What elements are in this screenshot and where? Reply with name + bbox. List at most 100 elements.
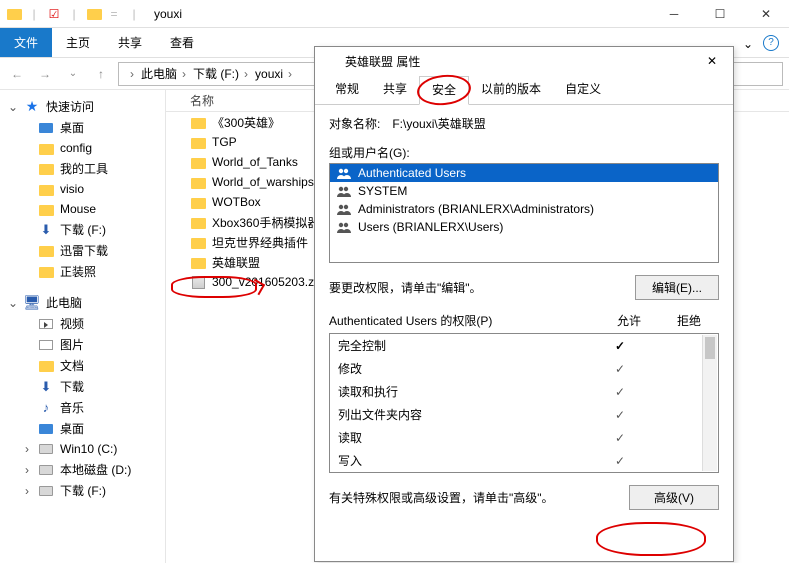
breadcrumb[interactable]: youxi	[255, 67, 295, 81]
group-user-row[interactable]: Users (BRIANLERX\Users)	[330, 218, 718, 236]
dialog-close-button[interactable]: ✕	[699, 51, 725, 71]
qat-divider: |	[66, 6, 82, 22]
group-user-row[interactable]: Administrators (BRIANLERX\Administrators…	[330, 200, 718, 218]
users-icon	[336, 202, 352, 216]
breadcrumb[interactable]: 下载 (F:)	[193, 65, 251, 82]
folder-icon	[190, 154, 206, 170]
nav-pc-item[interactable]: ♪音乐	[4, 397, 161, 418]
nav-quick-item[interactable]: 桌面	[4, 117, 161, 138]
advanced-button[interactable]: 高级(V)	[629, 485, 719, 510]
folder-icon	[190, 254, 206, 270]
nav-forward[interactable]: →	[34, 63, 56, 85]
drive-icon: ⬇	[38, 379, 54, 395]
object-name-label: 对象名称:	[329, 115, 380, 132]
qat-divider: |	[26, 6, 42, 22]
nav-pc-item[interactable]: ›本地磁盘 (D:)	[4, 459, 161, 480]
folder-icon: ⬇	[38, 222, 54, 238]
properties-dialog: 英雄联盟 属性 ✕ 常规共享安全以前的版本自定义 对象名称: F:\youxi\…	[314, 46, 734, 562]
group-user-row[interactable]: Authenticated Users	[330, 164, 718, 182]
group-label: 组或用户名(G):	[329, 144, 719, 161]
nav-pc-item[interactable]: ›下载 (F:)	[4, 480, 161, 501]
permission-row: 修改✓	[330, 357, 718, 380]
nav-pc-item[interactable]: ⬇下载	[4, 376, 161, 397]
group-user-row[interactable]: SYSTEM	[330, 182, 718, 200]
maximize-button[interactable]: ☐	[697, 0, 743, 28]
properties-tab[interactable]: 共享	[371, 76, 419, 105]
allow-check-icon: ✓	[590, 339, 650, 353]
drive-icon	[38, 483, 54, 499]
properties-tab[interactable]: 自定义	[553, 76, 613, 105]
nav-back[interactable]: ←	[6, 63, 28, 85]
drive-icon	[38, 441, 54, 457]
folder-icon	[190, 194, 206, 210]
nav-quick-item[interactable]: config	[4, 138, 161, 158]
allow-check-icon: ✓	[590, 385, 650, 399]
edit-button[interactable]: 编辑(E)...	[635, 275, 719, 300]
object-name-value: F:\youxi\英雄联盟	[392, 115, 485, 132]
nav-pc-item[interactable]: 视频	[4, 313, 161, 334]
close-button[interactable]: ✕	[743, 0, 789, 28]
zip-icon	[190, 274, 206, 290]
drive-icon	[38, 337, 54, 353]
nav-pc-item[interactable]: ›Win10 (C:)	[4, 439, 161, 459]
nav-quick-item[interactable]: ⬇下载 (F:)	[4, 219, 161, 240]
allow-header: 允许	[599, 312, 659, 329]
tab-view[interactable]: 查看	[156, 28, 208, 57]
nav-quick-item[interactable]: visio	[4, 179, 161, 199]
nav-quick-item[interactable]: 迅雷下载	[4, 240, 161, 261]
nav-pc-item[interactable]: 文档	[4, 355, 161, 376]
permission-row: 读取和执行✓	[330, 380, 718, 403]
permission-row: 列出文件夹内容✓	[330, 403, 718, 426]
permissions-list[interactable]: 完全控制✓修改✓读取和执行✓列出文件夹内容✓读取✓写入✓	[329, 333, 719, 473]
nav-up[interactable]: ↑	[90, 63, 112, 85]
check-icon[interactable]: ☑	[46, 6, 62, 22]
nav-quick-item[interactable]: 我的工具	[4, 158, 161, 179]
permission-row: 读取✓	[330, 426, 718, 449]
nav-pane[interactable]: ⌄★快速访问 桌面config我的工具visioMouse⬇下载 (F:)迅雷下…	[0, 90, 166, 563]
folder-icon	[38, 201, 54, 217]
scrollbar[interactable]	[702, 335, 717, 471]
edit-note: 要更改权限，请单击"编辑"。	[329, 279, 623, 296]
nav-pc-item[interactable]: 图片	[4, 334, 161, 355]
nav-quick-item[interactable]: Mouse	[4, 199, 161, 219]
folder-icon	[190, 134, 206, 150]
qat-divider: |	[126, 6, 142, 22]
nav-this-pc[interactable]: ⌄🖥此电脑	[4, 292, 161, 313]
breadcrumb[interactable]: 此电脑	[141, 65, 189, 82]
users-icon	[336, 184, 352, 198]
folder-icon	[323, 53, 339, 69]
properties-tab[interactable]: 安全	[419, 76, 469, 105]
allow-check-icon: ✓	[590, 362, 650, 376]
properties-tab[interactable]: 常规	[323, 76, 371, 105]
drive-icon: ♪	[38, 400, 54, 416]
folder-icon	[190, 234, 206, 250]
dialog-title: 英雄联盟 属性	[345, 53, 420, 70]
nav-quick-access[interactable]: ⌄★快速访问	[4, 96, 161, 117]
allow-check-icon: ✓	[590, 454, 650, 468]
minimize-button[interactable]: ─	[651, 0, 697, 28]
folder-icon	[190, 174, 206, 190]
nav-pc-item[interactable]: 桌面	[4, 418, 161, 439]
folder-icon	[86, 6, 102, 22]
tab-file[interactable]: 文件	[0, 28, 52, 57]
drive-icon	[38, 316, 54, 332]
users-icon	[336, 166, 352, 180]
folder-icon	[38, 181, 54, 197]
tab-share[interactable]: 共享	[104, 28, 156, 57]
permission-row: 完全控制✓	[330, 334, 718, 357]
properties-tab[interactable]: 以前的版本	[469, 76, 553, 105]
tab-home[interactable]: 主页	[52, 28, 104, 57]
nav-quick-item[interactable]: 正装照	[4, 261, 161, 282]
folder-icon	[38, 161, 54, 177]
folder-icon	[190, 114, 206, 130]
advanced-note: 有关特殊权限或高级设置，请单击"高级"。	[329, 489, 617, 506]
drive-icon	[38, 358, 54, 374]
allow-check-icon: ✓	[590, 408, 650, 422]
ribbon-expand-icon[interactable]: ⌄	[743, 37, 755, 49]
help-icon[interactable]: ?	[763, 35, 779, 51]
qat-sep: =	[106, 6, 122, 22]
permission-row: 写入✓	[330, 449, 718, 472]
drive-icon	[38, 462, 54, 478]
nav-history[interactable]: ⌄	[62, 63, 84, 85]
group-user-list[interactable]: Authenticated UsersSYSTEMAdministrators …	[329, 163, 719, 263]
